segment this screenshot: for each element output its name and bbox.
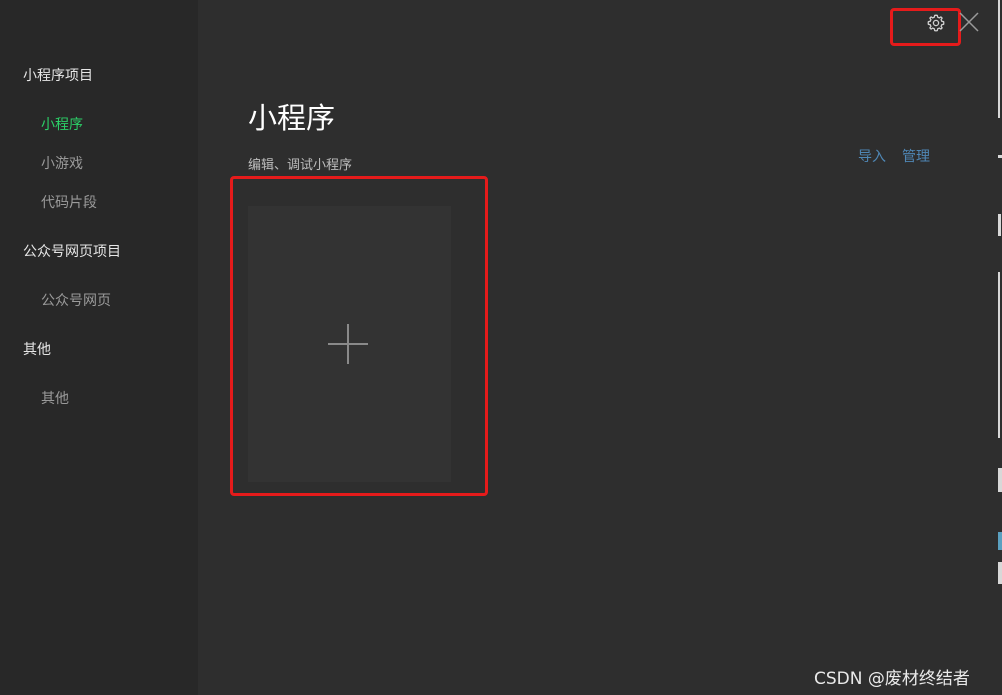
edge-fragment [998, 532, 1002, 550]
edge-fragment [998, 0, 1000, 118]
edge-fragment [998, 214, 1001, 236]
manage-link[interactable]: 管理 [902, 146, 930, 166]
edge-fragment [998, 272, 1000, 438]
section-title-other: 其他 [23, 342, 51, 358]
sidebar-item-other[interactable]: 其他 [41, 388, 69, 408]
adjacent-window-edge [997, 0, 1002, 695]
sidebar-item-code-snippet[interactable]: 代码片段 [41, 192, 97, 212]
close-button[interactable] [957, 10, 981, 34]
import-link[interactable]: 导入 [858, 146, 886, 166]
create-project-card[interactable] [248, 206, 451, 482]
page-title: 小程序 [248, 101, 336, 135]
page-subtitle: 编辑、调试小程序 [248, 158, 353, 173]
section-title-official-account-projects: 公众号网页项目 [23, 244, 121, 260]
sidebar-item-miniprogram[interactable]: 小程序 [41, 114, 83, 134]
sidebar-item-minigame[interactable]: 小游戏 [41, 153, 83, 173]
section-title-miniprogram-projects: 小程序项目 [23, 68, 93, 84]
edge-fragment [998, 468, 1002, 492]
sidebar: 小程序项目 小程序 小游戏 代码片段 公众号网页项目 公众号网页 其他 其他 [0, 0, 198, 695]
plus-icon [328, 324, 368, 364]
settings-button[interactable] [924, 11, 948, 35]
watermark: CSDN @废材终结者 [814, 669, 970, 689]
gear-icon [927, 14, 945, 32]
sidebar-item-official-account-web[interactable]: 公众号网页 [41, 290, 111, 310]
edge-fragment [998, 562, 1002, 584]
edge-fragment [998, 155, 1002, 158]
app-window: 小程序项目 小程序 小游戏 代码片段 公众号网页项目 公众号网页 其他 其他 小… [0, 0, 1002, 695]
close-icon [959, 12, 979, 32]
